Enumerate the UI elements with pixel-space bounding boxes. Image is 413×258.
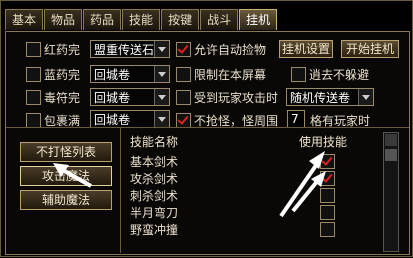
section-divider	[6, 127, 409, 128]
attack-magic-button[interactable]: 攻击魔法	[20, 166, 112, 186]
skill-name-header: 技能名称	[130, 135, 179, 149]
player-attack-action-value: 随机传送卷	[290, 91, 351, 105]
no-attack-list-button[interactable]: 不打怪列表	[20, 142, 112, 162]
poison-empty-checkbox[interactable]	[26, 90, 41, 105]
chevron-down-icon	[154, 41, 169, 57]
use-skill-header: 使用技能	[299, 135, 348, 149]
auto-pickup-checkbox[interactable]	[176, 42, 191, 57]
support-magic-button[interactable]: 辅助魔法	[20, 190, 112, 210]
red-potion-empty-checkbox[interactable]	[26, 42, 41, 57]
chevron-down-icon	[154, 111, 169, 127]
skill-row-name: 野蛮冲撞	[130, 223, 179, 237]
red-potion-action-value: 盟重传送石	[94, 43, 155, 57]
tab-keys[interactable]: 按键	[161, 9, 200, 30]
skill-row-name: 刺杀剑术	[130, 189, 179, 203]
scroll-thumb[interactable]	[385, 149, 397, 161]
skill-use-checkbox[interactable]	[320, 188, 335, 203]
column-divider	[120, 127, 121, 253]
start-hunt-button[interactable]: 开始挂机	[341, 40, 399, 58]
red-potion-action-select[interactable]: 盟重传送石	[90, 40, 170, 58]
blue-potion-action-value: 回城卷	[94, 68, 131, 82]
player-attack-action-select[interactable]: 随机传送卷	[286, 88, 374, 106]
skill-list-scrollbar[interactable]	[383, 132, 399, 252]
tab-bar: 基本 物品 药品 技能 按键 战斗 挂机	[5, 9, 278, 31]
blue-potion-empty-checkbox[interactable]	[26, 67, 41, 82]
chevron-down-icon	[154, 66, 169, 82]
player-attack-label: 受到玩家攻击时	[194, 91, 279, 105]
blue-potion-empty-label: 蓝药完	[44, 68, 81, 82]
limit-screen-checkbox[interactable]	[176, 67, 191, 82]
poison-action-value: 回城卷	[94, 91, 131, 105]
tab-items[interactable]: 物品	[44, 9, 83, 30]
skill-row-name: 攻杀剑术	[130, 172, 179, 186]
tab-basic[interactable]: 基本	[5, 9, 44, 30]
auto-hunt-window: 基本 物品 药品 技能 按键 战斗 挂机 红药完 盟重传送石 允许自动捡物 挂机…	[0, 0, 413, 257]
red-potion-empty-label: 红药完	[44, 43, 81, 57]
skill-row-name: 半月弯刀	[130, 206, 179, 220]
skill-use-checkbox[interactable]	[320, 154, 335, 169]
chevron-down-icon	[154, 89, 169, 105]
poison-action-select[interactable]: 回城卷	[90, 88, 170, 106]
tab-auto-hunt[interactable]: 挂机	[239, 9, 278, 30]
auto-pickup-label: 允许自动捡物	[194, 43, 267, 57]
grid-count-input[interactable]: 7	[287, 110, 305, 128]
settings-panel: 红药完 盟重传送石 允许自动捡物 挂机设置 开始挂机 蓝药完 回城卷 限制在本屏…	[5, 31, 410, 255]
no-dodge-checkbox[interactable]	[291, 67, 306, 82]
bag-full-action-value: 回城卷	[94, 113, 131, 127]
tab-combat[interactable]: 战斗	[200, 9, 239, 30]
skill-use-checkbox[interactable]	[320, 222, 335, 237]
chevron-down-icon	[358, 89, 373, 105]
skill-use-checkbox[interactable]	[320, 205, 335, 220]
tab-skills[interactable]: 技能	[122, 9, 161, 30]
blue-potion-action-select[interactable]: 回城卷	[90, 65, 170, 83]
player-attack-checkbox[interactable]	[176, 90, 191, 105]
scroll-up-icon[interactable]	[385, 134, 397, 146]
poison-empty-label: 毒符完	[44, 91, 81, 105]
no-steal-checkbox[interactable]	[176, 113, 191, 128]
bag-full-action-select[interactable]: 回城卷	[90, 110, 170, 128]
bag-full-checkbox[interactable]	[26, 113, 41, 128]
skill-row-name: 基本剑术	[130, 155, 179, 169]
skill-use-checkbox[interactable]	[320, 171, 335, 186]
tab-potions[interactable]: 药品	[83, 9, 122, 30]
no-dodge-label: 逍去不躲避	[309, 68, 370, 82]
hunt-settings-button[interactable]: 挂机设置	[279, 40, 333, 58]
limit-screen-label: 限制在本屏幕	[194, 68, 267, 82]
